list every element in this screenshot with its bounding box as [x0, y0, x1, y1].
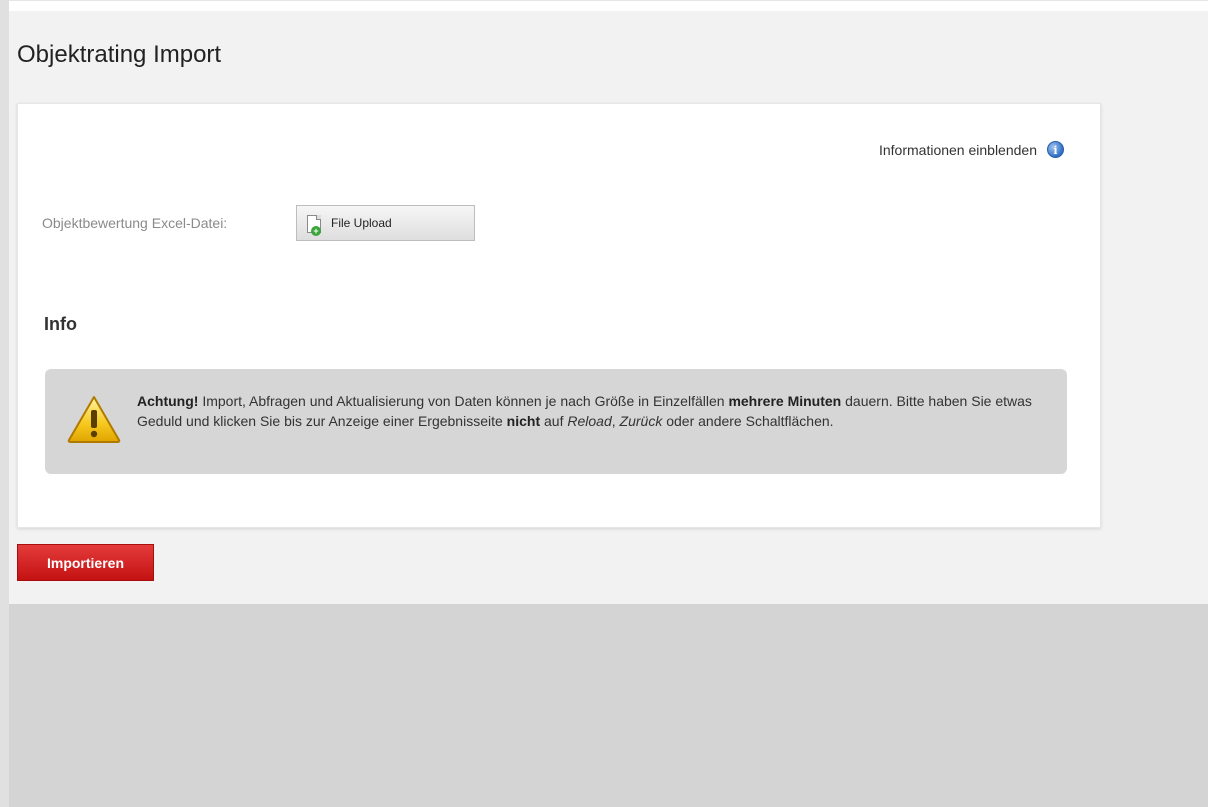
notice-text-part: oder andere Schaltflächen.: [662, 413, 834, 429]
upload-row: Objektbewertung Excel-Datei: + File Uplo…: [42, 205, 475, 241]
page-area: Objektrating Import Informationen einble…: [0, 0, 1208, 604]
file-upload-button[interactable]: + File Upload: [296, 205, 475, 241]
info-circle-icon[interactable]: i: [1047, 141, 1064, 158]
notice-emphasis-minutes: mehrere Minuten: [728, 393, 842, 409]
top-cropped-strip: [0, 1, 1208, 11]
file-add-icon: +: [307, 215, 321, 236]
page-title: Objektrating Import: [17, 41, 222, 68]
upload-field-label: Objektbewertung Excel-Datei:: [42, 215, 228, 231]
warning-icon: [67, 396, 121, 443]
plus-icon: +: [311, 226, 321, 236]
notice-text-part: ,: [611, 413, 620, 429]
warning-notice-text: Achtung! Import, Abfragen und Aktualisie…: [137, 391, 1037, 431]
show-information-label: Informationen einblenden: [878, 141, 1037, 158]
warning-notice: Achtung! Import, Abfragen und Aktualisie…: [45, 369, 1067, 474]
left-edge-border: [0, 0, 9, 807]
notice-emphasis-nicht: nicht: [506, 413, 541, 429]
notice-text-part: Import, Abfragen und Aktualisierung von …: [198, 393, 729, 409]
info-heading: Info: [44, 314, 77, 334]
file-upload-button-label: File Upload: [331, 216, 392, 230]
import-button[interactable]: Importieren: [17, 544, 154, 581]
notice-text-part: auf: [540, 413, 568, 429]
import-form-card: Informationen einblenden i Objektbewertu…: [17, 103, 1101, 528]
show-information-toggle[interactable]: Informationen einblenden i: [879, 141, 1064, 158]
notice-reload-term: Reload: [567, 413, 612, 429]
notice-emphasis-achtung: Achtung!: [137, 393, 199, 409]
notice-back-term: Zurück: [619, 413, 663, 429]
